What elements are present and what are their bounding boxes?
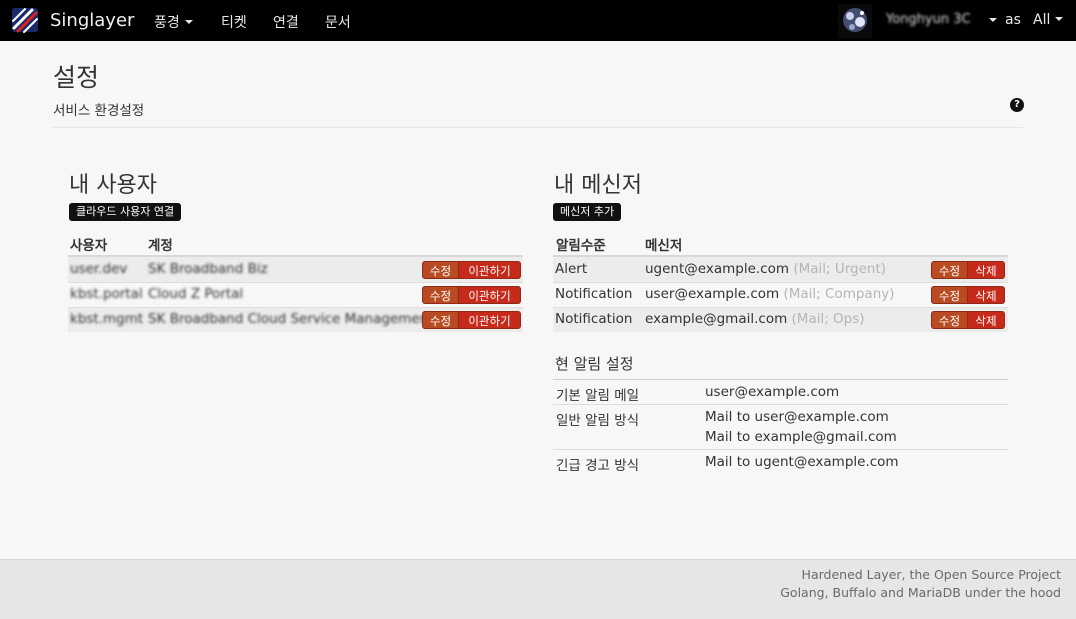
nav-user-name[interactable]: Yonghyun 3C: [886, 12, 971, 27]
setting-value: Mail to example@gmail.com: [705, 429, 897, 445]
user-account-cell: Cloud Z Portal: [148, 286, 244, 302]
messenger-level-cell: Alert: [555, 261, 588, 277]
messenger-address-cell: user@example.com (Mail; Company): [645, 286, 895, 302]
messenger-meta: (Mail; Company): [783, 286, 895, 302]
row-divider: [553, 282, 1008, 283]
setting-value: Mail to ugent@example.com: [705, 454, 899, 470]
nav-menu-landscape[interactable]: 풍경: [154, 12, 193, 32]
nav-scope-label: All: [1033, 12, 1051, 28]
settings-top-rule: [553, 379, 1008, 380]
user-account-cell: SK Broadband Biz: [148, 261, 268, 277]
link-cloud-user-button[interactable]: 클라우드 사용자 연결: [69, 203, 182, 221]
edit-messenger-button[interactable]: 수정: [931, 261, 968, 279]
brand[interactable]: Singlayer: [10, 6, 134, 34]
messengers-column-messenger: 메신저: [645, 238, 683, 254]
edit-user-button[interactable]: 수정: [422, 286, 459, 304]
users-column-user: 사용자: [70, 238, 108, 254]
messenger-address: example@gmail.com: [645, 311, 788, 327]
nav-menu-label: 연결: [273, 15, 299, 31]
setting-label: 기본 알림 메일: [556, 388, 640, 404]
row-divider: [553, 404, 1008, 405]
messenger-address-cell: ugent@example.com (Mail; Urgent): [645, 261, 886, 277]
current-settings-heading: 현 알림 설정: [555, 355, 634, 373]
messenger-level-cell: Notification: [555, 286, 633, 302]
setting-value: user@example.com: [705, 384, 840, 400]
transfer-user-button[interactable]: 이관하기: [459, 286, 521, 304]
nav-as-label: as: [1005, 12, 1021, 28]
caret-down-icon: [184, 20, 193, 24]
user-name-cell: kbst.mgmt: [70, 311, 144, 327]
nav-scope-dropdown[interactable]: All: [1033, 12, 1064, 28]
caret-down-icon: [1055, 17, 1064, 21]
nav-menu-tickets[interactable]: 티켓: [221, 12, 247, 32]
nav-menu-connections[interactable]: 연결: [273, 12, 299, 32]
caret-down-icon[interactable]: [989, 18, 997, 22]
edit-user-button[interactable]: 수정: [422, 311, 459, 329]
messenger-level-cell: Notification: [555, 311, 633, 327]
delete-messenger-button[interactable]: 삭제: [968, 261, 1005, 279]
delete-messenger-button[interactable]: 삭제: [968, 311, 1005, 329]
nav-menu-docs[interactable]: 문서: [325, 12, 351, 32]
top-navbar: Singlayer 풍경 티켓 연결 문서 Yonghyun 3C as All: [0, 0, 1076, 41]
user-name-cell: user.dev: [70, 261, 128, 277]
footer: Hardened Layer, the Open Source Project …: [0, 559, 1076, 619]
setting-label: 긴급 경고 방식: [556, 458, 640, 474]
users-column-account: 계정: [148, 238, 173, 254]
user-name-cell: kbst.portal: [70, 286, 143, 302]
page-title: 설정: [53, 63, 100, 92]
nav-menu-label: 티켓: [221, 15, 247, 31]
delete-messenger-button[interactable]: 삭제: [968, 286, 1005, 304]
footer-stack-line: Golang, Buffalo and MariaDB under the ho…: [780, 585, 1061, 600]
edit-user-button[interactable]: 수정: [422, 261, 459, 279]
add-messenger-button[interactable]: 메신저 추가: [553, 203, 622, 221]
messenger-meta: (Mail; Urgent): [793, 261, 887, 277]
header-divider: [53, 127, 1023, 128]
setting-label: 일반 알림 방식: [556, 413, 640, 429]
messenger-address: ugent@example.com: [645, 261, 790, 277]
messenger-address: user@example.com: [645, 286, 780, 302]
footer-project-line: Hardened Layer, the Open Source Project: [801, 567, 1061, 582]
row-divider: [553, 449, 1008, 450]
edit-messenger-button[interactable]: 수정: [931, 286, 968, 304]
users-heading: 내 사용자: [69, 173, 157, 198]
nav-menu-label: 풍경: [154, 15, 180, 31]
messengers-heading: 내 메신저: [554, 173, 642, 198]
brand-name: Singlayer: [50, 9, 135, 31]
messengers-column-level: 알림수준: [556, 238, 606, 254]
setting-value: Mail to user@example.com: [705, 409, 889, 425]
transfer-user-button[interactable]: 이관하기: [459, 261, 521, 279]
user-avatar[interactable]: [838, 4, 872, 38]
user-account-cell: SK Broadband Cloud Service Management: [148, 311, 434, 327]
transfer-user-button[interactable]: 이관하기: [459, 311, 521, 329]
nav-menu-label: 문서: [325, 15, 351, 31]
messenger-meta: (Mail; Ops): [791, 311, 865, 327]
page-subtitle: 서비스 환경설정: [53, 103, 145, 119]
help-icon[interactable]: ?: [1010, 98, 1024, 112]
row-divider: [68, 282, 523, 283]
edit-messenger-button[interactable]: 수정: [931, 311, 968, 329]
singlayer-logo-icon: [12, 8, 38, 33]
messenger-address-cell: example@gmail.com (Mail; Ops): [645, 311, 865, 327]
